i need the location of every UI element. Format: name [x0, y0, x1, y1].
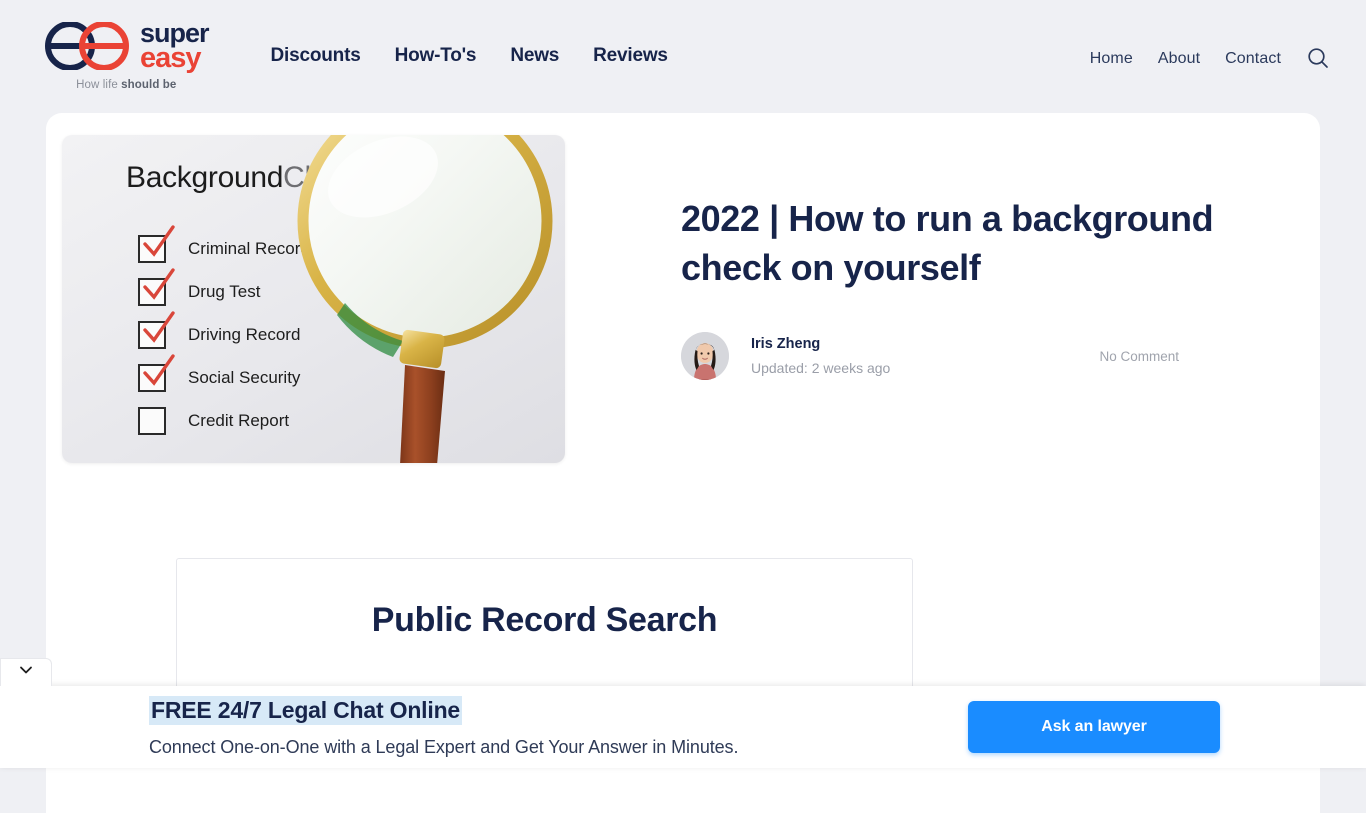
- checkmark-icon: [142, 268, 176, 302]
- secondary-navigation: Home About Contact: [1090, 0, 1366, 71]
- magnifying-glass-icon: [253, 135, 565, 463]
- article-hero: BackgroundCheck Criminal Record Drug Tes…: [46, 113, 1320, 463]
- checkbox-icon: [138, 278, 166, 306]
- brand-logo[interactable]: super easy How life should be: [0, 0, 209, 91]
- article-header-text: 2022 | How to run a background check on …: [565, 135, 1281, 463]
- nav-item-how-tos[interactable]: How-To's: [395, 45, 477, 67]
- nav-item-about[interactable]: About: [1158, 50, 1200, 68]
- checkbox-icon: [138, 235, 166, 263]
- comment-count[interactable]: No Comment: [1099, 349, 1179, 364]
- page-title: 2022 | How to run a background check on …: [681, 195, 1281, 292]
- nav-item-home[interactable]: Home: [1090, 50, 1133, 68]
- public-record-search-title: Public Record Search: [213, 601, 876, 640]
- checkmark-icon: [142, 354, 176, 388]
- brand-wordmark: super easy: [140, 22, 209, 70]
- article-featured-image: BackgroundCheck Criminal Record Drug Tes…: [62, 135, 565, 463]
- nav-item-news[interactable]: News: [510, 45, 559, 67]
- search-icon: [1306, 46, 1330, 73]
- brand-row: super easy: [44, 22, 209, 70]
- brand-tagline: How life should be: [76, 79, 176, 91]
- collapse-ad-bar-button[interactable]: [0, 658, 52, 686]
- updated-timestamp: Updated: 2 weeks ago: [751, 360, 890, 376]
- checkbox-icon: [138, 364, 166, 392]
- ad-bar-subtitle: Connect One-on-One with a Legal Expert a…: [149, 737, 738, 758]
- ask-a-lawyer-button[interactable]: Ask an lawyer: [968, 701, 1220, 753]
- nav-item-contact[interactable]: Contact: [1225, 50, 1281, 68]
- ad-bar-text: FREE 24/7 Legal Chat Online Connect One-…: [0, 696, 738, 758]
- checkbox-icon: [138, 321, 166, 349]
- sticky-ad-bar: FREE 24/7 Legal Chat Online Connect One-…: [0, 686, 1366, 768]
- author-name[interactable]: Iris Zheng: [751, 336, 890, 352]
- checklist-label: Drug Test: [188, 282, 260, 302]
- nav-item-discounts[interactable]: Discounts: [271, 45, 361, 67]
- primary-navigation: Discounts How-To's News Reviews: [271, 0, 668, 67]
- nav-item-reviews[interactable]: Reviews: [593, 45, 668, 67]
- brand-name-line2: easy: [140, 46, 209, 70]
- superesay-ee-logo-icon: [44, 22, 130, 70]
- article-byline: Iris Zheng Updated: 2 weeks ago No Comme…: [681, 332, 1281, 380]
- byline-text: Iris Zheng Updated: 2 weeks ago: [751, 336, 890, 376]
- site-header: super easy How life should be Discounts …: [0, 0, 1366, 113]
- avatar: [681, 332, 729, 380]
- checkmark-icon: [142, 311, 176, 345]
- checkmark-icon: [142, 225, 176, 259]
- search-button[interactable]: [1306, 47, 1330, 71]
- tagline-light: How life: [76, 79, 121, 91]
- tagline-bold: should be: [121, 79, 176, 91]
- chevron-down-icon: [17, 661, 35, 684]
- checkbox-icon: [138, 407, 166, 435]
- ad-bar-title: FREE 24/7 Legal Chat Online: [149, 696, 462, 725]
